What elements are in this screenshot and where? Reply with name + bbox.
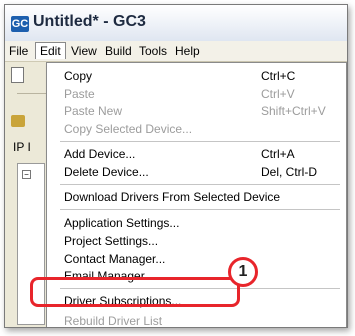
menu-item-copy[interactable]: Copy Ctrl+C (47, 68, 346, 86)
menu-item-rebuild-driver-list[interactable]: Rebuild Driver List (47, 313, 346, 327)
menu-help[interactable]: Help (175, 44, 200, 58)
callout-highlight-box (30, 277, 240, 307)
menu-edit[interactable]: Edit (35, 42, 66, 59)
menu-item-application-settings[interactable]: Application Settings... (47, 215, 346, 233)
menu-view[interactable]: View (71, 44, 97, 58)
collapse-icon[interactable]: − (22, 170, 31, 179)
new-document-icon[interactable] (11, 67, 24, 83)
menu-item-paste[interactable]: Paste Ctrl+V (47, 86, 346, 104)
menu-item-delete-device[interactable]: Delete Device... Del, Ctrl-D (47, 164, 346, 182)
menu-item-paste-new[interactable]: Paste New Shift+Ctrl+V (47, 103, 346, 121)
menu-item-project-settings[interactable]: Project Settings... (47, 233, 346, 251)
menu-separator (60, 184, 340, 185)
menu-separator (60, 209, 340, 210)
menu-bar: File Edit View Build Tools Help (5, 41, 347, 62)
add-device-icon[interactable] (11, 115, 25, 127)
menu-separator (60, 141, 340, 142)
menu-item-download-drivers[interactable]: Download Drivers From Selected Device (47, 189, 346, 207)
menu-item-copy-selected-device[interactable]: Copy Selected Device... (47, 121, 346, 139)
window-title: Untitled* - GC3 (33, 13, 146, 30)
gc3-app-icon: GC (11, 16, 29, 32)
menu-file[interactable]: File (9, 44, 28, 58)
menu-tools[interactable]: Tools (139, 44, 167, 58)
menu-item-contact-manager[interactable]: Contact Manager... (47, 251, 346, 269)
menu-build[interactable]: Build (105, 44, 132, 58)
menu-item-add-device[interactable]: Add Device... Ctrl+A (47, 146, 346, 164)
title-bar: GC Untitled* - GC3 (5, 5, 347, 41)
callout-number-badge: 1 (228, 257, 258, 287)
ip-tab[interactable]: IP I (13, 140, 31, 154)
